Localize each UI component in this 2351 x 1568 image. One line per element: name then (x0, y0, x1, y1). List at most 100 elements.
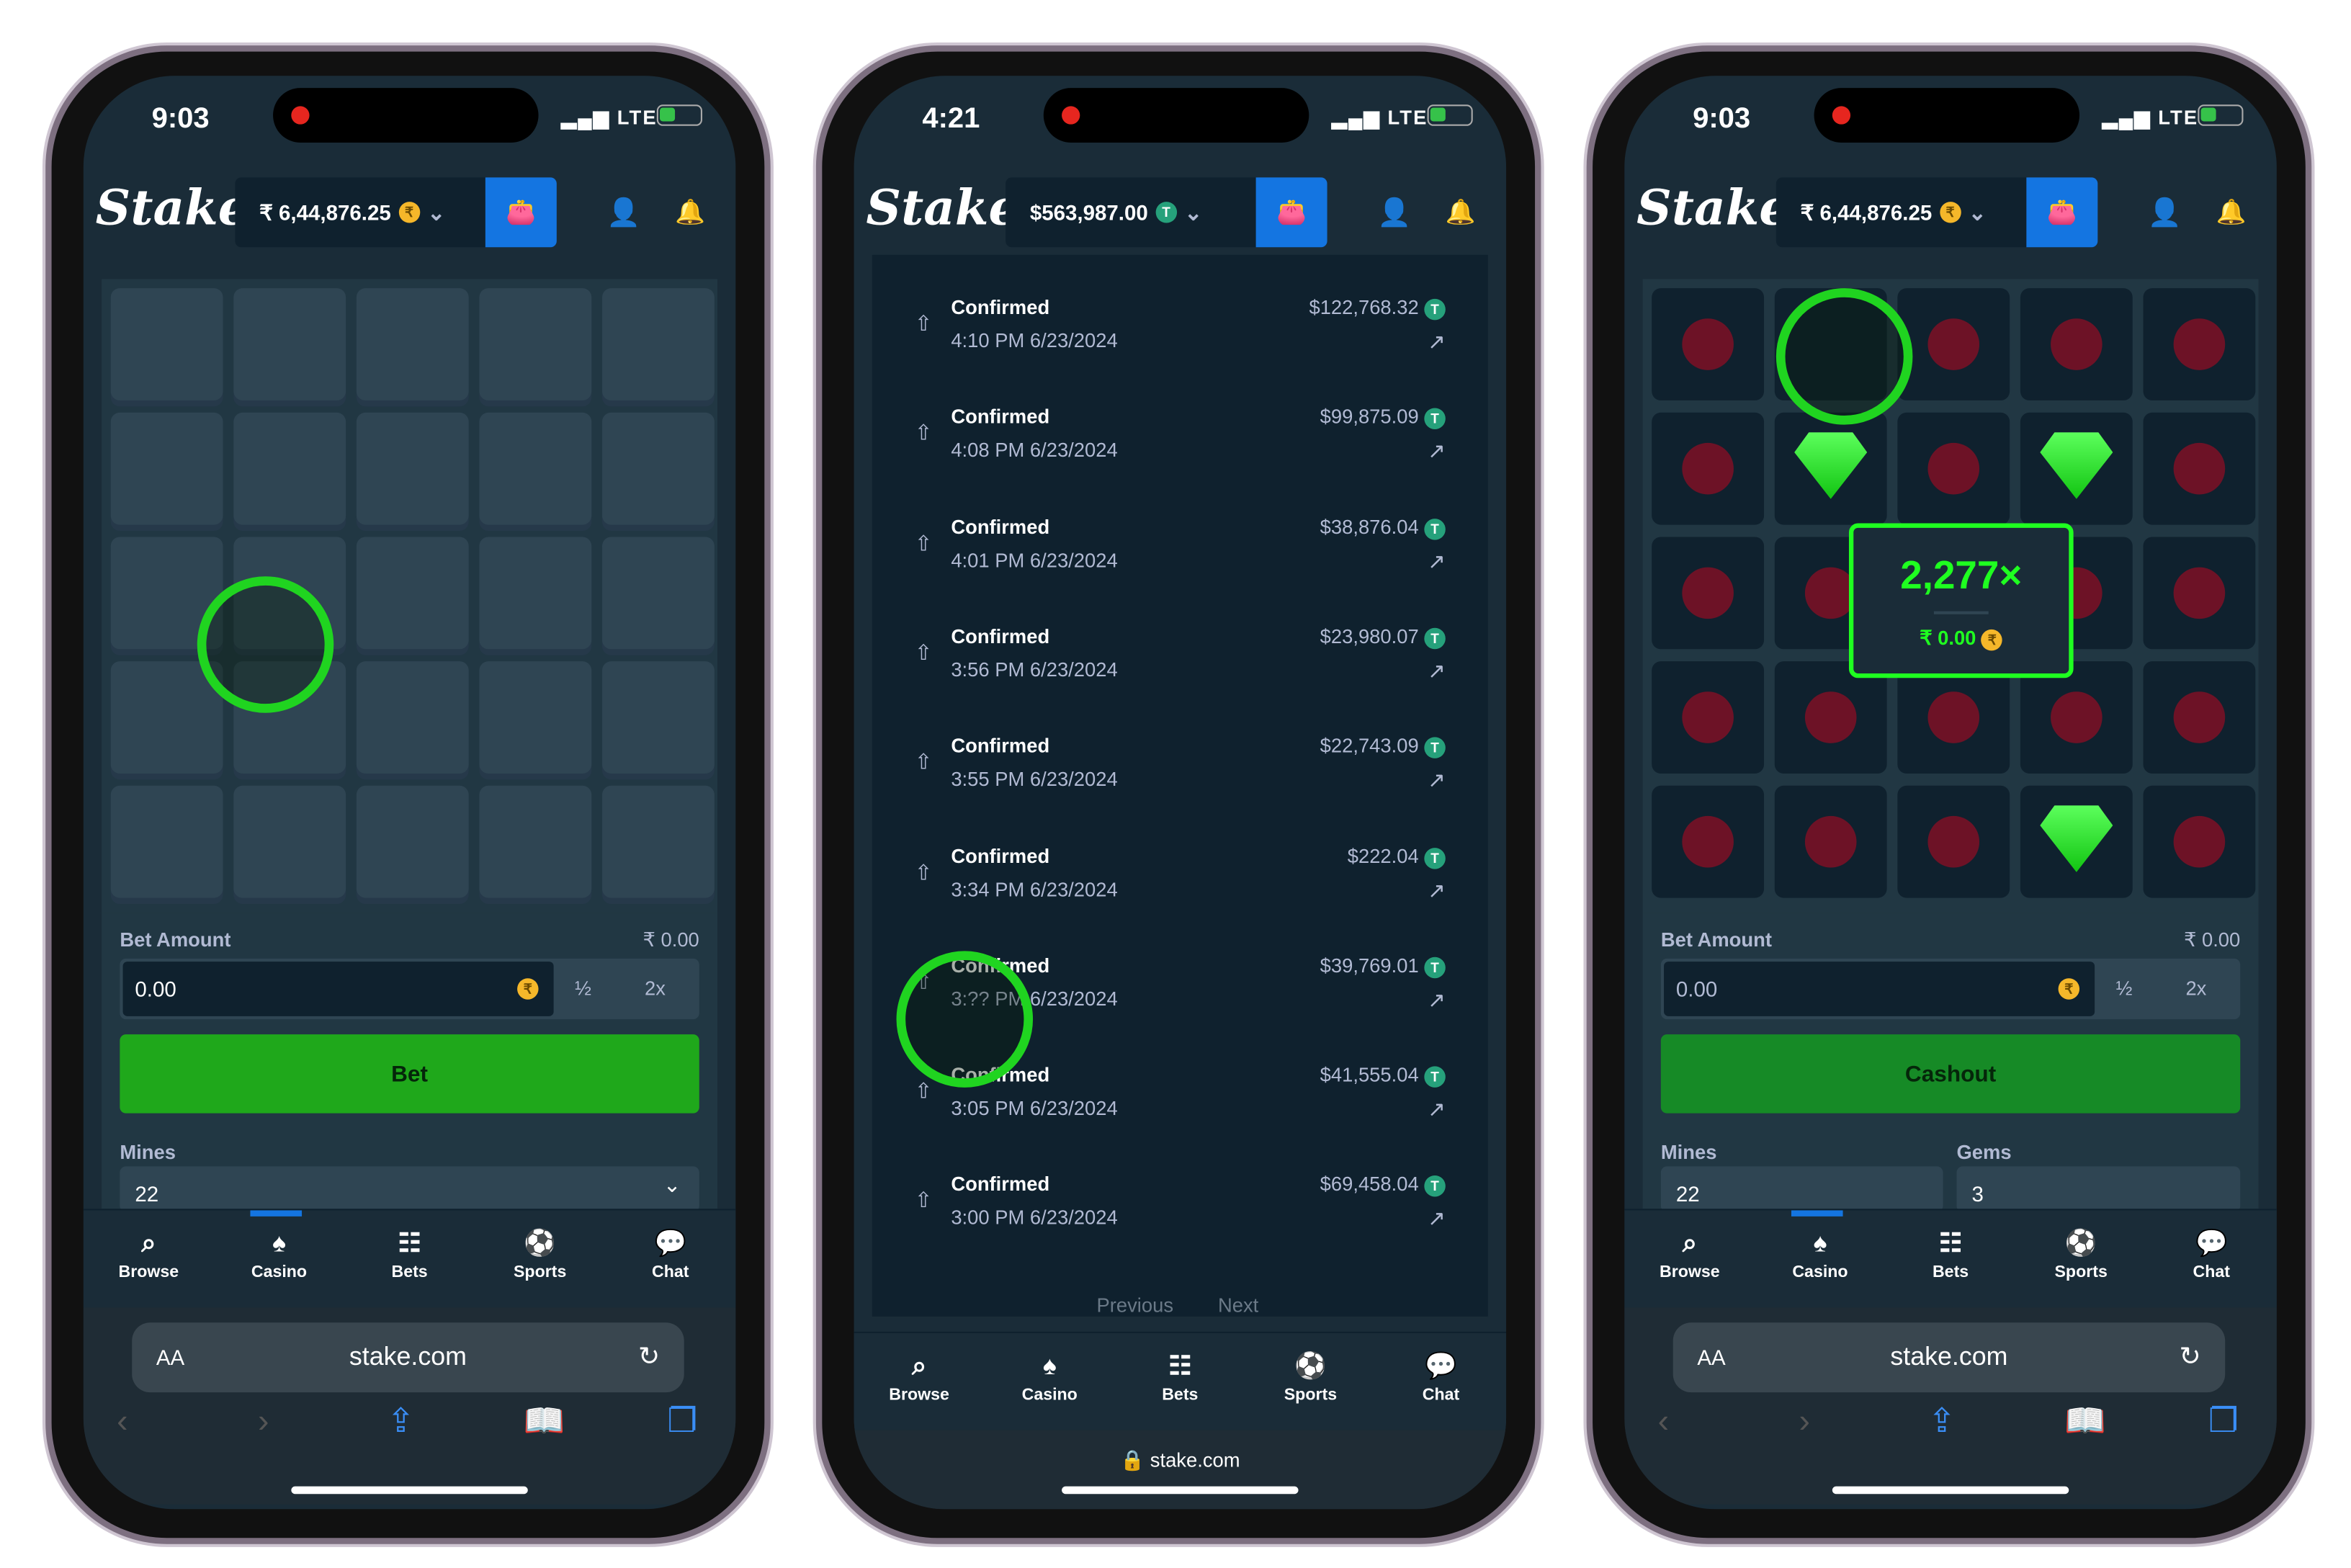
nav-casino[interactable]: ♠ Casino (1755, 1210, 1885, 1307)
user-icon[interactable]: 👤 (606, 197, 640, 229)
nav-browse[interactable]: ⌕ Browse (854, 1333, 985, 1430)
tile[interactable] (356, 412, 469, 525)
mines-select[interactable]: 22 ⌄ (120, 1166, 699, 1212)
address-bar[interactable]: AA stake.com ↻ (1672, 1322, 2226, 1393)
tile[interactable] (110, 785, 223, 898)
stake-logo[interactable]: Stake (866, 179, 1019, 236)
reload-icon[interactable]: ↻ (2180, 1343, 2201, 1373)
half-button[interactable]: ½ (2116, 977, 2133, 1000)
nav-sports[interactable]: ⚽ Sports (1245, 1333, 1376, 1430)
next-button[interactable]: Next (1218, 1294, 1258, 1317)
external-link-icon[interactable]: ↗ (1428, 877, 1446, 903)
nav-casino[interactable]: ♠ Casino (985, 1333, 1115, 1430)
tile[interactable] (356, 785, 469, 898)
tile[interactable] (479, 288, 592, 400)
nav-bets[interactable]: ☷ Bets (1115, 1333, 1245, 1430)
tile[interactable] (356, 537, 469, 650)
address-bar[interactable]: AA stake.com ↻ (132, 1322, 684, 1393)
tile[interactable] (602, 785, 715, 898)
tile[interactable] (1897, 288, 2010, 400)
stake-logo[interactable]: Stake (1636, 179, 1790, 236)
nav-bets[interactable]: ☷ Bets (344, 1210, 475, 1307)
forward-icon[interactable]: › (1799, 1402, 1809, 1441)
bet-button[interactable]: Bet (120, 1034, 699, 1114)
forward-icon[interactable]: › (258, 1402, 269, 1441)
back-icon[interactable]: ‹ (117, 1402, 127, 1441)
share-icon[interactable]: ⇪ (1927, 1402, 1956, 1441)
double-button[interactable]: 2x (645, 977, 666, 1000)
tile[interactable] (1774, 785, 1887, 898)
tile[interactable] (2020, 288, 2133, 400)
nav-chat[interactable]: 💬 Chat (605, 1210, 735, 1307)
wallet-button[interactable]: 👛 (1255, 177, 1327, 248)
notification-bell-icon[interactable]: 🔔 (1446, 197, 1476, 228)
bookmarks-icon[interactable]: 📖 (2064, 1402, 2106, 1441)
balance-selector[interactable]: ₹ 6,44,876.25 ₹ ⌄ (235, 177, 487, 248)
tile[interactable] (110, 288, 223, 400)
external-link-icon[interactable]: ↗ (1428, 548, 1446, 574)
nav-browse[interactable]: ⌕ Browse (84, 1210, 214, 1307)
nav-casino[interactable]: ♠ Casino (214, 1210, 344, 1307)
user-icon[interactable]: 👤 (1377, 197, 1411, 229)
wallet-button[interactable]: 👛 (2026, 177, 2098, 248)
wallet-button[interactable]: 👛 (485, 177, 557, 248)
back-icon[interactable]: ‹ (1658, 1402, 1669, 1441)
balance-selector[interactable]: ₹ 6,44,876.25 ₹ ⌄ (1775, 177, 2028, 248)
nav-chat[interactable]: 💬 Chat (2146, 1210, 2277, 1307)
external-link-icon[interactable]: ↗ (1428, 1097, 1446, 1123)
tile[interactable] (2143, 288, 2256, 400)
tile[interactable] (1897, 785, 2010, 898)
mines-select[interactable]: 22 (1660, 1166, 1943, 1212)
tile[interactable] (2020, 412, 2133, 525)
tile[interactable] (233, 785, 346, 898)
tile[interactable] (479, 537, 592, 650)
cashout-button[interactable]: Cashout (1660, 1034, 2241, 1114)
external-link-icon[interactable]: ↗ (1428, 987, 1446, 1013)
tile[interactable] (1774, 412, 1887, 525)
bet-amount-input[interactable]: 0.00 ₹ (1664, 962, 2095, 1016)
bet-amount-input[interactable]: 0.00 ₹ (122, 962, 554, 1016)
tile[interactable] (2143, 412, 2256, 525)
nav-sports[interactable]: ⚽ Sports (2016, 1210, 2146, 1307)
tile[interactable] (602, 288, 715, 400)
tile[interactable] (602, 661, 715, 774)
tile[interactable] (1897, 412, 2010, 525)
tile[interactable] (2143, 661, 2256, 774)
tile[interactable] (356, 288, 469, 400)
tabs-icon[interactable]: ❐ (668, 1402, 698, 1441)
tile[interactable] (1652, 412, 1765, 525)
previous-button[interactable]: Previous (1096, 1294, 1173, 1317)
balance-selector[interactable]: $563,987.00 T ⌄ (1006, 177, 1258, 248)
nav-chat[interactable]: 💬 Chat (1376, 1333, 1506, 1430)
tile[interactable] (110, 412, 223, 525)
tile[interactable] (1774, 661, 1887, 774)
nav-browse[interactable]: ⌕ Browse (1624, 1210, 1755, 1307)
user-icon[interactable]: 👤 (2148, 197, 2182, 229)
double-button[interactable]: 2x (2185, 977, 2206, 1000)
share-icon[interactable]: ⇪ (387, 1402, 415, 1441)
tile[interactable] (233, 288, 346, 400)
tile[interactable] (1897, 661, 2010, 774)
tile[interactable] (233, 412, 346, 525)
tile[interactable] (602, 537, 715, 650)
external-link-icon[interactable]: ↗ (1428, 1206, 1446, 1232)
notification-bell-icon[interactable]: 🔔 (675, 197, 705, 228)
tile[interactable] (2143, 537, 2256, 650)
notification-bell-icon[interactable]: 🔔 (2216, 197, 2247, 228)
tile[interactable] (1652, 785, 1765, 898)
url-bar[interactable]: 🔒 stake.com (854, 1430, 1507, 1510)
half-button[interactable]: ½ (575, 977, 591, 1000)
nav-bets[interactable]: ☷ Bets (1886, 1210, 2016, 1307)
tile[interactable] (602, 412, 715, 525)
external-link-icon[interactable]: ↗ (1428, 439, 1446, 465)
tile[interactable] (479, 661, 592, 774)
external-link-icon[interactable]: ↗ (1428, 658, 1446, 684)
text-size-button[interactable]: AA (156, 1345, 184, 1370)
tile[interactable] (2020, 661, 2133, 774)
tile[interactable] (479, 785, 592, 898)
tile[interactable] (1652, 288, 1765, 400)
tile[interactable] (2020, 785, 2133, 898)
bookmarks-icon[interactable]: 📖 (524, 1402, 565, 1441)
tile[interactable] (1652, 537, 1765, 650)
tabs-icon[interactable]: ❐ (2208, 1402, 2239, 1441)
